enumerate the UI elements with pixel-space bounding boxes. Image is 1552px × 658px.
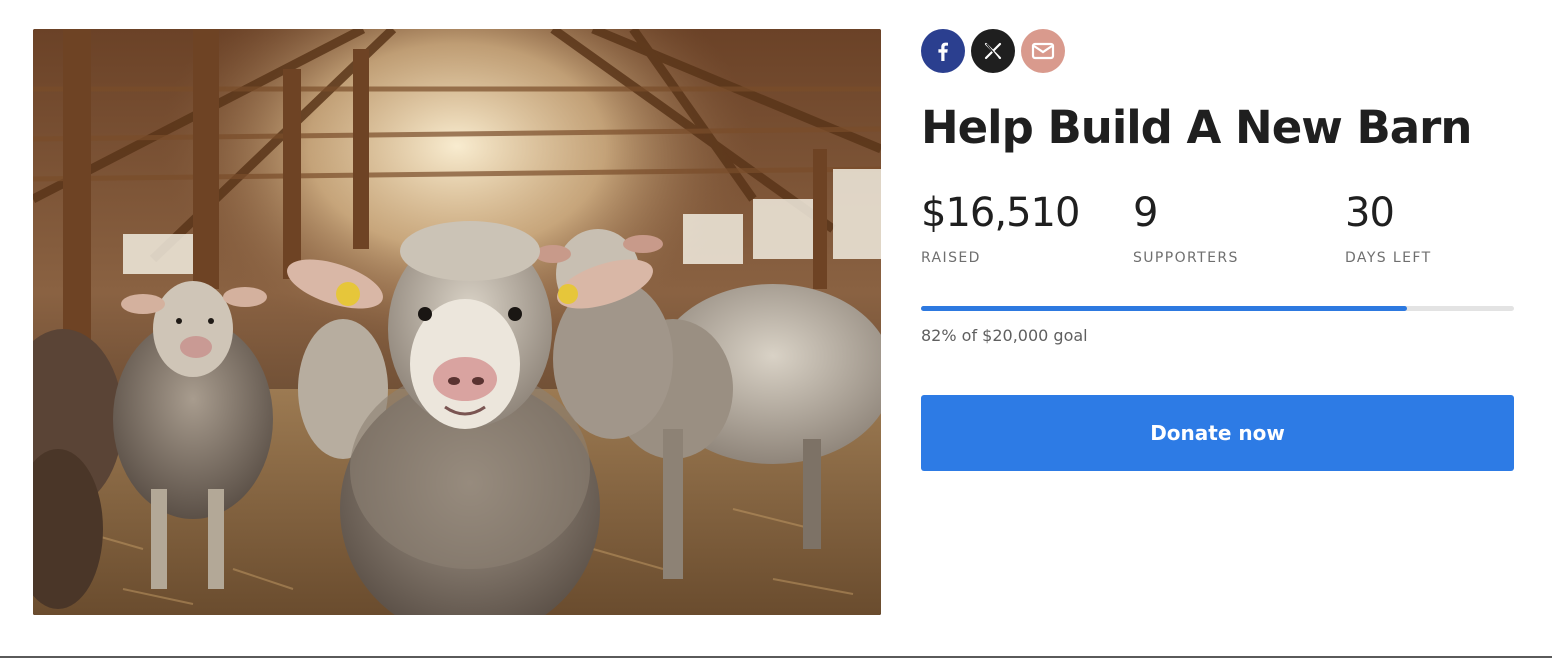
share-email-button[interactable] xyxy=(1021,29,1065,73)
share-x-button[interactable] xyxy=(971,29,1015,73)
stat-days-left: 30 DAYS LEFT xyxy=(1345,190,1432,266)
stat-days-left-value: 30 xyxy=(1345,190,1395,236)
progress-text: 82% of $20,000 goal xyxy=(921,326,1088,345)
stat-raised-label: RAISED xyxy=(921,250,981,266)
progress-bar-fill xyxy=(921,306,1408,311)
email-icon xyxy=(1031,42,1055,60)
sheep-barn-illustration xyxy=(33,29,881,615)
facebook-icon xyxy=(932,40,954,62)
campaign-title: Help Build A New Barn xyxy=(921,101,1472,154)
stat-raised: $16,510 RAISED xyxy=(921,190,1080,266)
campaign-panel: Help Build A New Barn $16,510 RAISED 9 S… xyxy=(921,29,1515,471)
stat-raised-value: $16,510 xyxy=(921,190,1080,236)
donate-button[interactable]: Donate now xyxy=(921,395,1514,471)
share-buttons xyxy=(921,29,1515,73)
campaign-stats: $16,510 RAISED 9 SUPPORTERS 30 DAYS LEFT xyxy=(921,190,1515,276)
page: Help Build A New Barn $16,510 RAISED 9 S… xyxy=(0,0,1552,656)
stat-days-left-label: DAYS LEFT xyxy=(1345,250,1432,266)
stat-supporters-label: SUPPORTERS xyxy=(1133,250,1239,266)
progress-bar xyxy=(921,306,1514,311)
stat-supporters-value: 9 xyxy=(1133,190,1158,236)
x-icon xyxy=(983,41,1003,61)
share-facebook-button[interactable] xyxy=(921,29,965,73)
stat-supporters: 9 SUPPORTERS xyxy=(1133,190,1239,266)
campaign-image xyxy=(33,29,881,615)
